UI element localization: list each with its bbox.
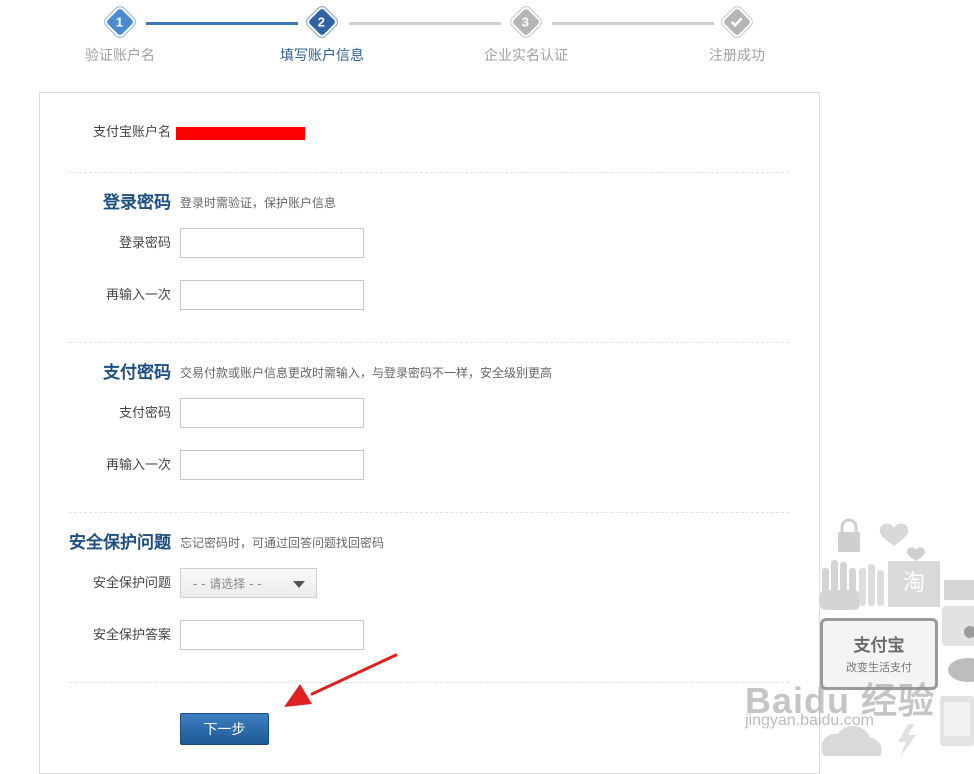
security-answer-row: 安全保护答案 xyxy=(40,620,819,652)
field-label: 登录密码 xyxy=(118,236,171,251)
step-label: 填写账户信息 xyxy=(280,48,364,64)
account-name-label: 支付宝账户名 xyxy=(92,125,171,140)
taobao-box-icon: 淘 xyxy=(888,561,940,607)
step-label: 验证账户名 xyxy=(85,48,155,64)
step-label: 注册成功 xyxy=(709,48,765,64)
security-question-section-header: 安全保护问题 忘记密码时，可通过回答问题找回密码 xyxy=(40,531,819,555)
login-password-section-header: 登录密码 登录时需验证，保护账户信息 xyxy=(40,191,819,215)
login-password-row: 登录密码 xyxy=(40,228,819,260)
select-value: - - 请选择 - - xyxy=(193,577,262,591)
registration-stepper: 1 验证账户名 2 填写账户信息 3 企业实名认证 注册成功 xyxy=(0,0,974,80)
field-label: 支付密码 xyxy=(118,406,171,421)
security-question-row: 安全保护问题 - - 请选择 - - xyxy=(40,568,819,600)
chevron-down-icon xyxy=(293,581,305,588)
section-title: 安全保护问题 xyxy=(69,533,171,553)
security-answer-input[interactable] xyxy=(180,620,364,650)
promo-brand: 支付宝 xyxy=(853,636,905,656)
pay-password-input[interactable] xyxy=(180,398,364,428)
login-password-confirm-row: 再输入一次 xyxy=(40,280,819,312)
pay-password-confirm-input[interactable] xyxy=(180,450,364,480)
login-password-confirm-input[interactable] xyxy=(180,280,364,310)
section-description: 忘记密码时，可通过回答问题找回密码 xyxy=(180,536,385,550)
account-name-redacted xyxy=(176,127,305,140)
divider xyxy=(69,682,789,683)
step-label: 企业实名认证 xyxy=(484,48,568,64)
divider xyxy=(69,342,789,343)
section-description: 交易付款或账户信息更改时需输入，与登录密码不一样，安全级别更高 xyxy=(180,366,553,380)
step-registration-success: 注册成功 xyxy=(667,7,807,65)
login-password-input[interactable] xyxy=(180,228,364,258)
step-verify-account: 1 验证账户名 xyxy=(50,7,190,65)
section-description: 登录时需验证，保护账户信息 xyxy=(180,196,337,210)
pay-password-section-header: 支付密码 交易付款或账户信息更改时需输入，与登录密码不一样，安全级别更高 xyxy=(40,361,819,385)
step-number-badge: 2 xyxy=(307,7,337,37)
watermark-url: jingyan.baidu.com xyxy=(745,712,874,729)
step-number-badge: 3 xyxy=(511,7,541,37)
step-enterprise-verification: 3 企业实名认证 xyxy=(456,7,596,65)
field-label: 再输入一次 xyxy=(105,458,171,473)
field-label: 再输入一次 xyxy=(105,288,171,303)
section-title: 支付密码 xyxy=(103,363,171,383)
step-fill-account-info: 2 填写账户信息 xyxy=(252,7,392,65)
divider xyxy=(69,172,789,173)
pay-password-row: 支付密码 xyxy=(40,398,819,430)
registration-form: 支付宝账户名 登录密码 登录时需验证，保护账户信息 登录密码 再输入一次 支付密… xyxy=(39,92,820,774)
section-title: 登录密码 xyxy=(103,193,171,213)
divider xyxy=(69,512,789,513)
pay-password-confirm-row: 再输入一次 xyxy=(40,450,819,482)
step-number-badge: 1 xyxy=(105,7,135,37)
next-step-button[interactable]: 下一步 xyxy=(180,713,269,745)
security-question-select[interactable]: - - 请选择 - - xyxy=(180,568,317,598)
check-icon xyxy=(722,7,752,37)
field-label: 安全保护问题 xyxy=(92,576,171,591)
account-name-row: 支付宝账户名 xyxy=(40,117,819,149)
field-label: 安全保护答案 xyxy=(92,628,171,643)
